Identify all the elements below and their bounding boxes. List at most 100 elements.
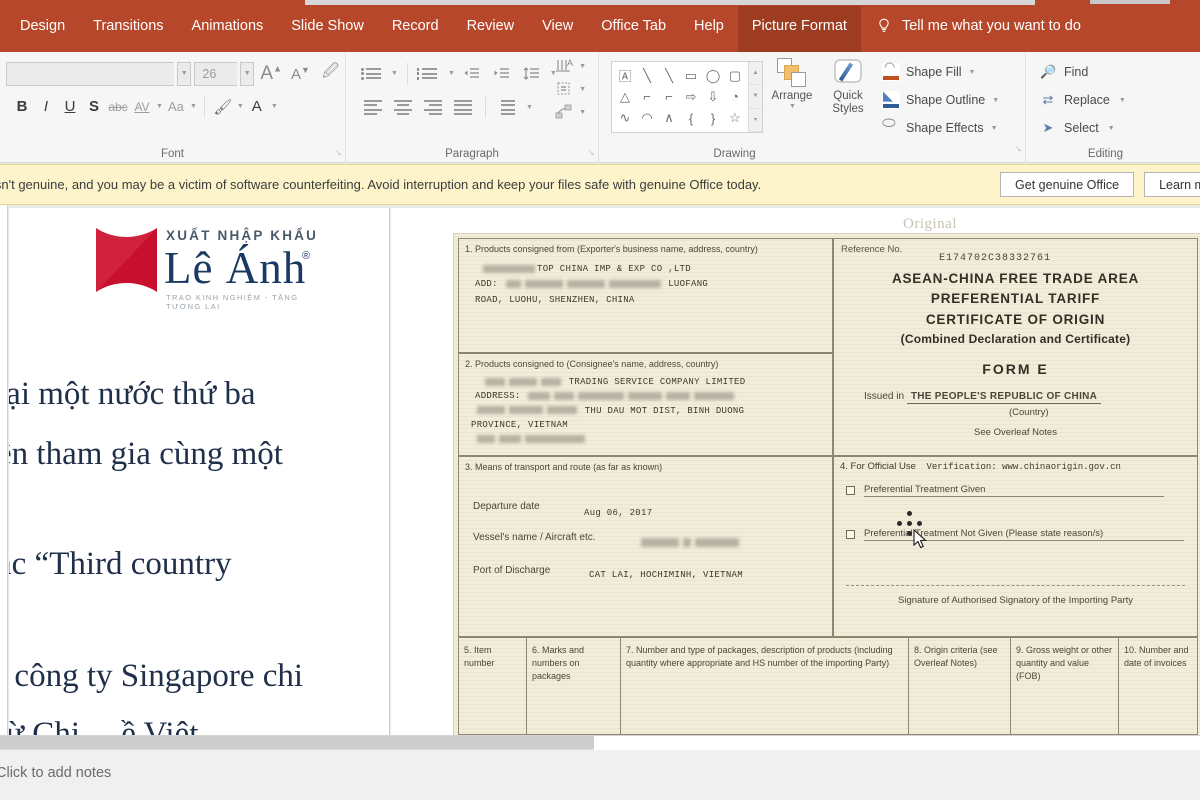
handle-right[interactable] — [917, 521, 922, 526]
handle-left[interactable] — [897, 521, 902, 526]
handle-bottom[interactable] — [907, 531, 912, 536]
change-case-caret-icon[interactable]: ▼ — [190, 103, 197, 110]
tab-transitions[interactable]: Transitions — [79, 0, 177, 52]
clear-formatting-icon[interactable]: 🖉 — [316, 60, 339, 87]
shape-oval-icon[interactable]: ◯ — [706, 68, 721, 84]
shape-curve-icon[interactable]: ∧ — [664, 110, 674, 126]
align-right-icon[interactable] — [420, 95, 446, 120]
bullets-icon[interactable] — [360, 61, 386, 86]
learn-more-button[interactable]: Learn more — [1144, 172, 1200, 197]
shape-rectangle-icon[interactable]: ▭ — [685, 68, 697, 84]
select-button[interactable]: ➤ Select ▼ — [1032, 114, 1179, 142]
slide-current[interactable]: Original 1. Products consigned from (Exp… — [391, 208, 1200, 735]
shapes-gallery-more-icon[interactable]: ▾ — [749, 109, 762, 132]
shape-elbow-connector-icon[interactable]: ⌐ — [643, 89, 651, 104]
align-center-icon[interactable] — [390, 95, 416, 120]
font-dialog-launcher-icon[interactable]: ⭨ — [335, 148, 341, 159]
font-name-dropdown-icon[interactable]: ▼ — [177, 62, 191, 86]
align-text-icon[interactable]: ▼ — [555, 81, 586, 97]
tab-slide-show[interactable]: Slide Show — [277, 0, 378, 52]
checkbox-preferential-given[interactable] — [846, 486, 855, 495]
handle-top[interactable] — [907, 511, 912, 516]
shapes-gallery-scrollbar[interactable]: ▲ ▼ ▾ — [748, 62, 762, 132]
tab-view[interactable]: View — [528, 0, 587, 52]
bullets-caret-icon[interactable]: ▼ — [391, 70, 398, 77]
arrange-button[interactable]: Arrange ▼ — [767, 58, 817, 116]
text-highlight-icon[interactable]: 🖌 — [212, 94, 234, 119]
checkbox-preferential-not-given[interactable] — [846, 530, 855, 539]
justify-icon[interactable] — [450, 95, 476, 120]
columns-caret-icon[interactable]: ▼ — [526, 104, 533, 111]
tab-review[interactable]: Review — [453, 0, 529, 52]
tell-me-box[interactable]: Tell me what you want to do — [875, 17, 1081, 35]
font-size-dropdown-icon[interactable]: ▼ — [240, 62, 254, 86]
replace-button[interactable]: ⇄ Replace ▼ — [1032, 86, 1179, 114]
numbering-icon[interactable] — [417, 61, 443, 86]
quick-styles-button[interactable]: Quick Styles — [823, 58, 873, 116]
increase-indent-icon[interactable] — [489, 61, 515, 86]
shape-rounded-rectangle-icon[interactable]: ▢ — [729, 68, 741, 84]
notes-pane[interactable]: Click to add notes — [0, 749, 1200, 800]
shape-outline-button[interactable]: Shape Outline ▼ — [876, 86, 1019, 114]
numbering-caret-icon[interactable]: ▼ — [448, 70, 455, 77]
shapes-gallery[interactable]: 🄰 ╲ ╲ ▭ ◯ ▢ △ ⌐ ⌐ ⇨ ⇩ ◔ ∿ ◠ ∧ { } ☆ ▲ — [611, 61, 763, 133]
shape-pac-icon[interactable]: ◔ — [731, 89, 739, 104]
shape-outline-caret-icon[interactable]: ▼ — [992, 97, 999, 104]
scrollbar-thumb[interactable] — [0, 736, 594, 750]
shape-styles-dialog-launcher-icon[interactable]: ⭨ — [1015, 144, 1021, 155]
increase-font-size-icon[interactable]: A▲ — [257, 63, 285, 85]
text-highlight-caret-icon[interactable]: ▼ — [237, 103, 244, 110]
find-button[interactable]: 🔎 Find — [1032, 58, 1179, 86]
tab-office-tab[interactable]: Office Tab — [587, 0, 680, 52]
convert-to-smartart-icon[interactable]: ▼ — [555, 104, 586, 120]
get-genuine-office-button[interactable]: Get genuine Office — [1000, 172, 1134, 197]
handle-center[interactable] — [907, 521, 912, 526]
strikethrough-button[interactable]: abc — [107, 94, 129, 119]
tab-record[interactable]: Record — [378, 0, 453, 52]
align-left-icon[interactable] — [360, 95, 386, 120]
shape-effects-caret-icon[interactable]: ▼ — [991, 125, 998, 132]
certificate-image[interactable]: Original 1. Products consigned from (Exp… — [453, 208, 1200, 735]
shape-left-brace-icon[interactable]: { — [689, 111, 693, 126]
font-name-input[interactable] — [6, 62, 174, 86]
shape-textbox-icon[interactable]: 🄰 — [618, 66, 631, 85]
shape-down-arrow-icon[interactable]: ⇩ — [708, 89, 719, 105]
replace-caret-icon[interactable]: ▼ — [1119, 97, 1126, 104]
shape-line-arrow-icon[interactable]: ╲ — [665, 68, 673, 84]
columns-icon[interactable] — [495, 95, 521, 120]
shape-right-brace-icon[interactable]: } — [711, 111, 715, 126]
shape-star-icon[interactable]: ☆ — [729, 110, 741, 126]
select-caret-icon[interactable]: ▼ — [1108, 125, 1115, 132]
underline-button[interactable]: U — [59, 94, 81, 119]
character-spacing-button[interactable]: AV — [131, 94, 153, 119]
line-spacing-icon[interactable] — [519, 61, 545, 86]
paragraph-dialog-launcher-icon[interactable]: ⭨ — [588, 148, 594, 159]
tab-picture-format[interactable]: Picture Format — [738, 0, 861, 52]
shape-fill-button[interactable]: Shape Fill ▼ — [876, 58, 1019, 86]
shape-effects-button[interactable]: Shape Effects ▼ — [876, 114, 1019, 142]
decrease-indent-icon[interactable] — [459, 61, 485, 86]
shape-line-icon[interactable]: ╲ — [643, 68, 651, 84]
shape-fill-caret-icon[interactable]: ▼ — [969, 69, 976, 76]
slide-previous[interactable]: XUẤT NHẬP KHẨU Lê Ánh ® TRAO KINH NGHIỆM… — [9, 208, 390, 735]
shape-elbow-arrow-connector-icon[interactable]: ⌐ — [665, 89, 673, 104]
shape-triangle-icon[interactable]: △ — [620, 89, 630, 105]
shape-scribble-icon[interactable]: ∿ — [620, 110, 631, 126]
change-case-button[interactable]: Aa — [165, 94, 187, 119]
character-spacing-caret-icon[interactable]: ▼ — [156, 103, 163, 110]
tab-animations[interactable]: Animations — [178, 0, 278, 52]
decrease-font-size-icon[interactable]: A▼ — [288, 65, 313, 83]
italic-button[interactable]: I — [35, 94, 57, 119]
shape-arc-icon[interactable]: ◠ — [641, 110, 652, 126]
bold-button[interactable]: B — [11, 94, 33, 119]
shape-right-arrow-icon[interactable]: ⇨ — [686, 89, 697, 105]
arrange-caret-icon[interactable]: ▼ — [789, 103, 796, 111]
font-color-button[interactable]: A — [246, 94, 268, 119]
shapes-scroll-up-icon[interactable]: ▲ — [749, 62, 762, 85]
shapes-scroll-down-icon[interactable]: ▼ — [749, 85, 762, 108]
text-direction-icon[interactable]: A ▼ — [555, 58, 586, 74]
notes-placeholder[interactable]: Click to add notes — [0, 765, 111, 781]
font-size-input[interactable]: 26 — [194, 62, 237, 86]
tab-help[interactable]: Help — [680, 0, 738, 52]
text-shadow-button[interactable]: S — [83, 94, 105, 119]
